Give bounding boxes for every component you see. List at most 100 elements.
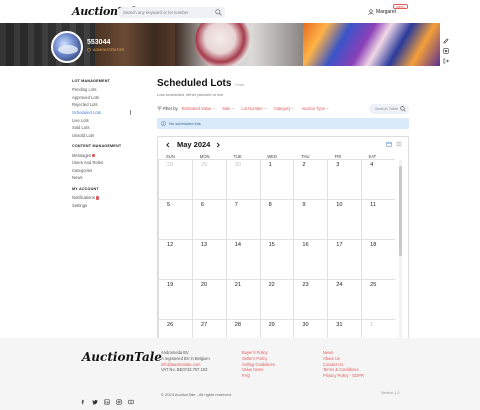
search-icon[interactable] [215,9,222,16]
sidebar-item-label: Unsold Lots [72,132,95,138]
calendar-day[interactable]: 30 [225,159,260,199]
calendar-day[interactable]: 28 [158,159,192,199]
sidebar-item-news[interactable]: News [72,174,142,182]
global-search-input[interactable] [123,7,211,18]
sidebar-item-live-lots[interactable]: Live Lots [72,117,142,125]
footer-vat: VAT No. BE0742.757.103 [161,367,208,373]
list-view-icon[interactable] [396,141,402,147]
chevron-down-icon [231,107,234,110]
sidebar-item-pending-lots[interactable]: Pending Lots [72,86,142,94]
sidebar-item-scheduled-lots[interactable]: Scheduled Lots [72,109,142,117]
sidebar-item-rejected-lots[interactable]: Rejected Lots [72,101,142,109]
calendar-day[interactable]: 19 [158,279,192,319]
chevron-left-icon[interactable] [165,142,171,148]
sidebar-item-notifications[interactable]: Notifications [72,194,142,202]
user-badge: admin [393,4,408,9]
calendar-day[interactable]: 5 [158,199,192,239]
footer-address: Andromeda BV A registered BV in Belgium … [161,350,210,373]
logout-icon[interactable] [443,51,449,64]
search-icon[interactable] [400,105,406,112]
heart-icon[interactable] [443,41,449,54]
sidebar-item-label: Messages [72,152,92,158]
sidebar-item-users-and-roles[interactable]: Users And Roles [72,159,142,167]
filter-lot-number[interactable]: Lot Number [241,106,267,111]
sidebar-item-unsold-lots[interactable]: Unsold Lots [72,132,142,140]
calendar-day[interactable]: 9 [293,199,328,239]
calendar-day[interactable]: 7 [225,199,260,239]
sidebar-heading-lot-management: LOT MANAGEMENT [72,79,111,83]
filter-label-text: Auction Type [301,106,326,111]
calendar-day[interactable]: 20 [191,279,226,319]
calendar-day[interactable]: 17 [327,239,362,279]
calendar-day[interactable]: 3 [327,159,362,199]
profile-role: ADMINISTRATOR [87,48,124,52]
calendar-day[interactable]: 10 [327,199,362,239]
sidebar-item-messages[interactable]: Messages [72,152,142,160]
youtube-icon[interactable] [128,392,134,405]
calendar-view-icon[interactable] [386,141,392,147]
calendar-day[interactable]: 13 [191,239,226,279]
copyright: © 2024 AuctionTale - All rights reserved [161,392,231,397]
scrollbar-thumb[interactable] [399,166,402,256]
calendar-day[interactable]: 12 [158,239,192,279]
sidebar-item-approved-lots[interactable]: Approved Lots [72,94,142,102]
calendar-day[interactable]: 25 [361,279,395,319]
global-search[interactable] [119,7,225,18]
title-row: Scheduled Lots 0 lots [157,78,409,89]
top-bar: AuctionTale Margaret admin [0,0,480,23]
filter-label-text: Lot Number [241,106,263,111]
calendar-day[interactable]: 8 [259,199,294,239]
filter-estimated-value[interactable]: Estimated Value [182,106,216,111]
chevron-down-icon [326,107,329,110]
sidebar-item-label: News [72,175,83,181]
calendar-day[interactable]: 14 [225,239,260,279]
calendar-day[interactable]: 15 [259,239,294,279]
calendar-day[interactable]: 23 [293,279,328,319]
table-search[interactable] [369,103,409,114]
footer-link-privacy[interactable]: Privacy Policy - GDPR [323,373,364,379]
chevron-down-icon [264,107,267,110]
filter-bar: Filter by: Estimated Value Sale Lot Numb… [157,103,409,114]
sidebar-item-settings[interactable]: Settings [72,202,142,210]
calendar-day[interactable]: 21 [225,279,260,319]
edit-icon[interactable] [443,31,449,44]
notice-text: No scheduled lots [169,121,201,126]
profile-username: 553044 [87,39,111,46]
footer-link-faq[interactable]: FAQ [242,373,275,379]
table-search-input[interactable] [375,103,400,114]
chevron-right-icon[interactable] [215,142,221,148]
calendar-day[interactable]: 16 [293,239,328,279]
calendar-day[interactable]: 1 [259,159,294,199]
facebook-icon[interactable] [80,392,86,405]
user-menu[interactable]: Margaret [368,7,396,16]
sidebar-item-categories[interactable]: Categories [72,167,142,175]
calendar-day[interactable]: 4 [361,159,395,199]
footer: AuctionTale Andromeda BV A registered BV… [0,338,480,410]
calendar-day[interactable]: 2 [293,159,328,199]
filter-sale[interactable]: Sale [222,106,234,111]
avatar[interactable] [51,31,83,63]
calendar-day[interactable]: 22 [259,279,294,319]
calendar-day[interactable]: 29 [191,159,226,199]
sidebar-item-label: Pending Lots [72,87,97,93]
calendar-day[interactable]: 6 [191,199,226,239]
profile-role-label: ADMINISTRATOR [93,48,125,52]
linkedin-icon[interactable] [104,392,110,405]
footer-version: Version 1.0 [381,391,400,395]
sidebar-item-label: Approved Lots [72,94,100,100]
chevron-down-icon [291,107,294,110]
filter-auction-type[interactable]: Auction Type [301,106,329,111]
calendar-day[interactable]: 18 [361,239,395,279]
banner-image-right [303,23,440,66]
twitter-icon[interactable] [92,392,98,405]
chevron-down-icon [212,107,215,110]
calendar-day[interactable]: 11 [361,199,395,239]
sidebar-item-sold-lots[interactable]: Sold Lots [72,124,142,132]
filter-label-text: Category [273,106,291,111]
footer-logo[interactable]: AuctionTale [82,350,162,364]
filter-category[interactable]: Category [274,106,295,111]
unread-badge [92,153,96,158]
filter-label-text: Estimated Value [181,106,212,111]
instagram-icon[interactable] [116,392,122,405]
calendar-day[interactable]: 24 [327,279,362,319]
